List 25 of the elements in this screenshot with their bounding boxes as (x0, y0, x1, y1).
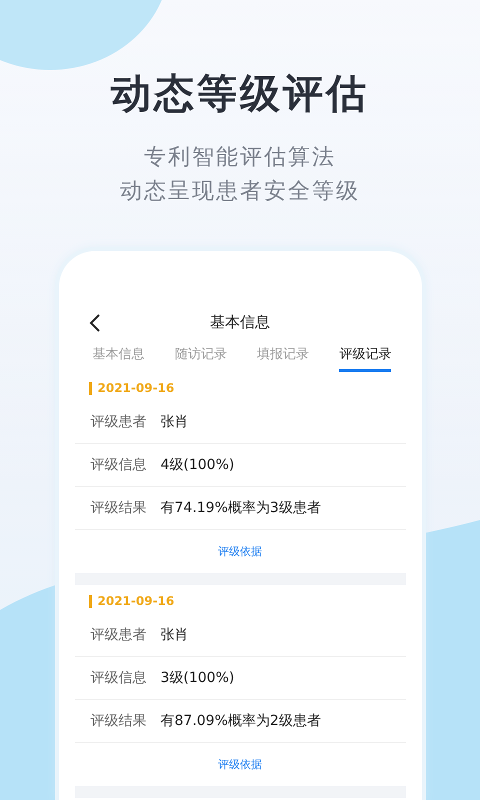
field-value: 有74.19%概率为3级患者 (160, 499, 321, 517)
field-label: 评级结果 (90, 499, 148, 517)
tab[interactable]: 随访记录 (174, 343, 227, 372)
field-value: 张肖 (160, 413, 188, 431)
rating-basis-link[interactable]: 评级依据 (218, 530, 262, 573)
tab[interactable]: 基本信息 (92, 343, 144, 372)
field-label: 评级信息 (90, 456, 148, 474)
subtitle: 动态呈现患者安全等级 (120, 178, 360, 206)
tab[interactable]: 评级记录 (339, 343, 392, 372)
nav-title: 基本信息 (210, 312, 270, 332)
record-date: 2021-09-16 (88, 595, 174, 608)
field-label: 评级患者 (90, 626, 148, 644)
field-label: 评级患者 (90, 413, 148, 431)
record-date: 2021-09-16 (88, 382, 174, 395)
field-value: 有87.09%概率为2级患者 (160, 712, 321, 730)
back-icon[interactable] (88, 314, 100, 332)
headline: 动态等级评估 (111, 70, 369, 119)
rating-basis-link[interactable]: 评级依据 (218, 743, 262, 786)
field-value: 3级(100%) (160, 669, 234, 687)
tab[interactable]: 填报记录 (257, 343, 310, 372)
field-label: 评级结果 (90, 712, 148, 730)
field-label: 评级信息 (90, 669, 148, 687)
field-value: 4级(100%) (160, 456, 234, 474)
subtitle: 专利智能评估算法 (144, 144, 336, 172)
field-value: 张肖 (160, 626, 188, 644)
